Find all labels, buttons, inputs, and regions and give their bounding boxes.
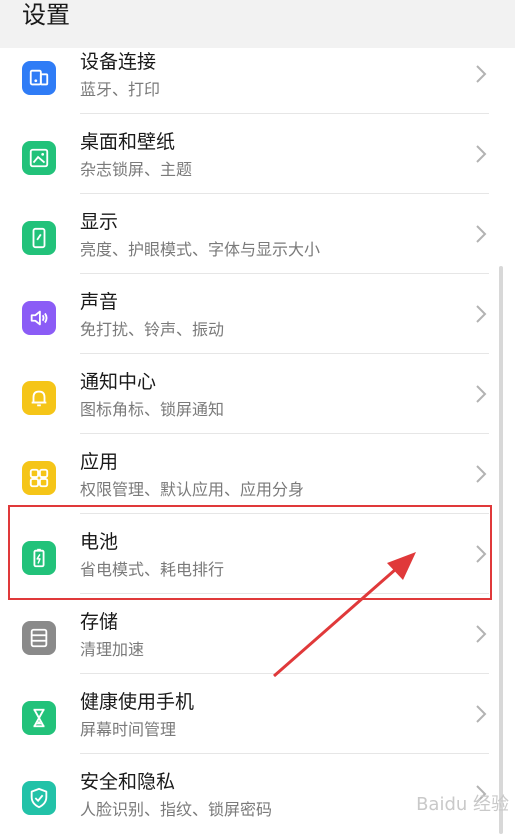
- settings-item-sub: 权限管理、默认应用、应用分身: [80, 480, 305, 499]
- settings-item-display[interactable]: 显示 亮度、护眼模式、字体与显示大小: [0, 194, 515, 274]
- settings-item-sub: 屏幕时间管理: [80, 720, 177, 739]
- display-icon: [22, 221, 56, 255]
- shield-icon: [22, 781, 56, 815]
- settings-item-sub: 蓝牙、打印: [80, 80, 161, 99]
- chevron-right-icon: [476, 305, 487, 323]
- sound-icon: [22, 301, 56, 335]
- settings-item-device-connection[interactable]: 设备连接 蓝牙、打印: [0, 34, 515, 114]
- watermark: Baidu 经验: [416, 794, 509, 815]
- settings-item-sub: 清理加速: [80, 640, 145, 659]
- page-title: 设置: [22, 1, 70, 29]
- settings-item-storage[interactable]: 存储 清理加速: [0, 594, 515, 674]
- wallpaper-icon: [22, 141, 56, 175]
- settings-item-sub: 杂志锁屏、主题: [80, 160, 193, 179]
- settings-item-label: 健康使用手机: [80, 691, 195, 713]
- chevron-right-icon: [476, 625, 487, 643]
- chevron-right-icon: [476, 145, 487, 163]
- settings-list: 设备连接 蓝牙、打印 桌面和壁纸 杂志锁屏、主题 显示 亮度、护眼模式、字体与显…: [0, 34, 515, 834]
- hourglass-icon: [22, 701, 56, 735]
- settings-item-apps[interactable]: 应用 权限管理、默认应用、应用分身: [0, 434, 515, 514]
- settings-item-label: 通知中心: [80, 371, 157, 393]
- annotation-arrow-icon: [273, 552, 416, 678]
- settings-item-sub: 人脸识别、指纹、锁屏密码: [80, 800, 273, 819]
- settings-item-label: 存储: [80, 611, 119, 633]
- settings-item-label: 显示: [80, 211, 119, 233]
- settings-item-sub: 亮度、护眼模式、字体与显示大小: [80, 240, 321, 259]
- chevron-right-icon: [476, 705, 487, 723]
- settings-item-label: 设备连接: [80, 51, 157, 73]
- settings-item-notification[interactable]: 通知中心 图标角标、锁屏通知: [0, 354, 515, 434]
- chevron-right-icon: [476, 225, 487, 243]
- settings-item-label: 桌面和壁纸: [80, 131, 176, 153]
- settings-item-sub: 免打扰、铃声、振动: [80, 320, 225, 339]
- chevron-right-icon: [476, 65, 487, 83]
- apps-icon: [22, 461, 56, 495]
- notification-icon: [22, 381, 56, 415]
- settings-item-label: 安全和隐私: [80, 771, 176, 793]
- settings-item-label: 声音: [80, 291, 119, 313]
- settings-item-wallpaper[interactable]: 桌面和壁纸 杂志锁屏、主题: [0, 114, 515, 194]
- settings-item-sub: 图标角标、锁屏通知: [80, 400, 225, 419]
- scrollbar[interactable]: [499, 266, 503, 834]
- settings-item-label: 应用: [80, 451, 119, 473]
- chevron-right-icon: [476, 465, 487, 483]
- settings-item-sound[interactable]: 声音 免打扰、铃声、振动: [0, 274, 515, 354]
- storage-icon: [22, 621, 56, 655]
- chevron-right-icon: [476, 385, 487, 403]
- settings-item-digital-balance[interactable]: 健康使用手机 屏幕时间管理: [0, 674, 515, 754]
- device-connection-icon: [22, 61, 56, 95]
